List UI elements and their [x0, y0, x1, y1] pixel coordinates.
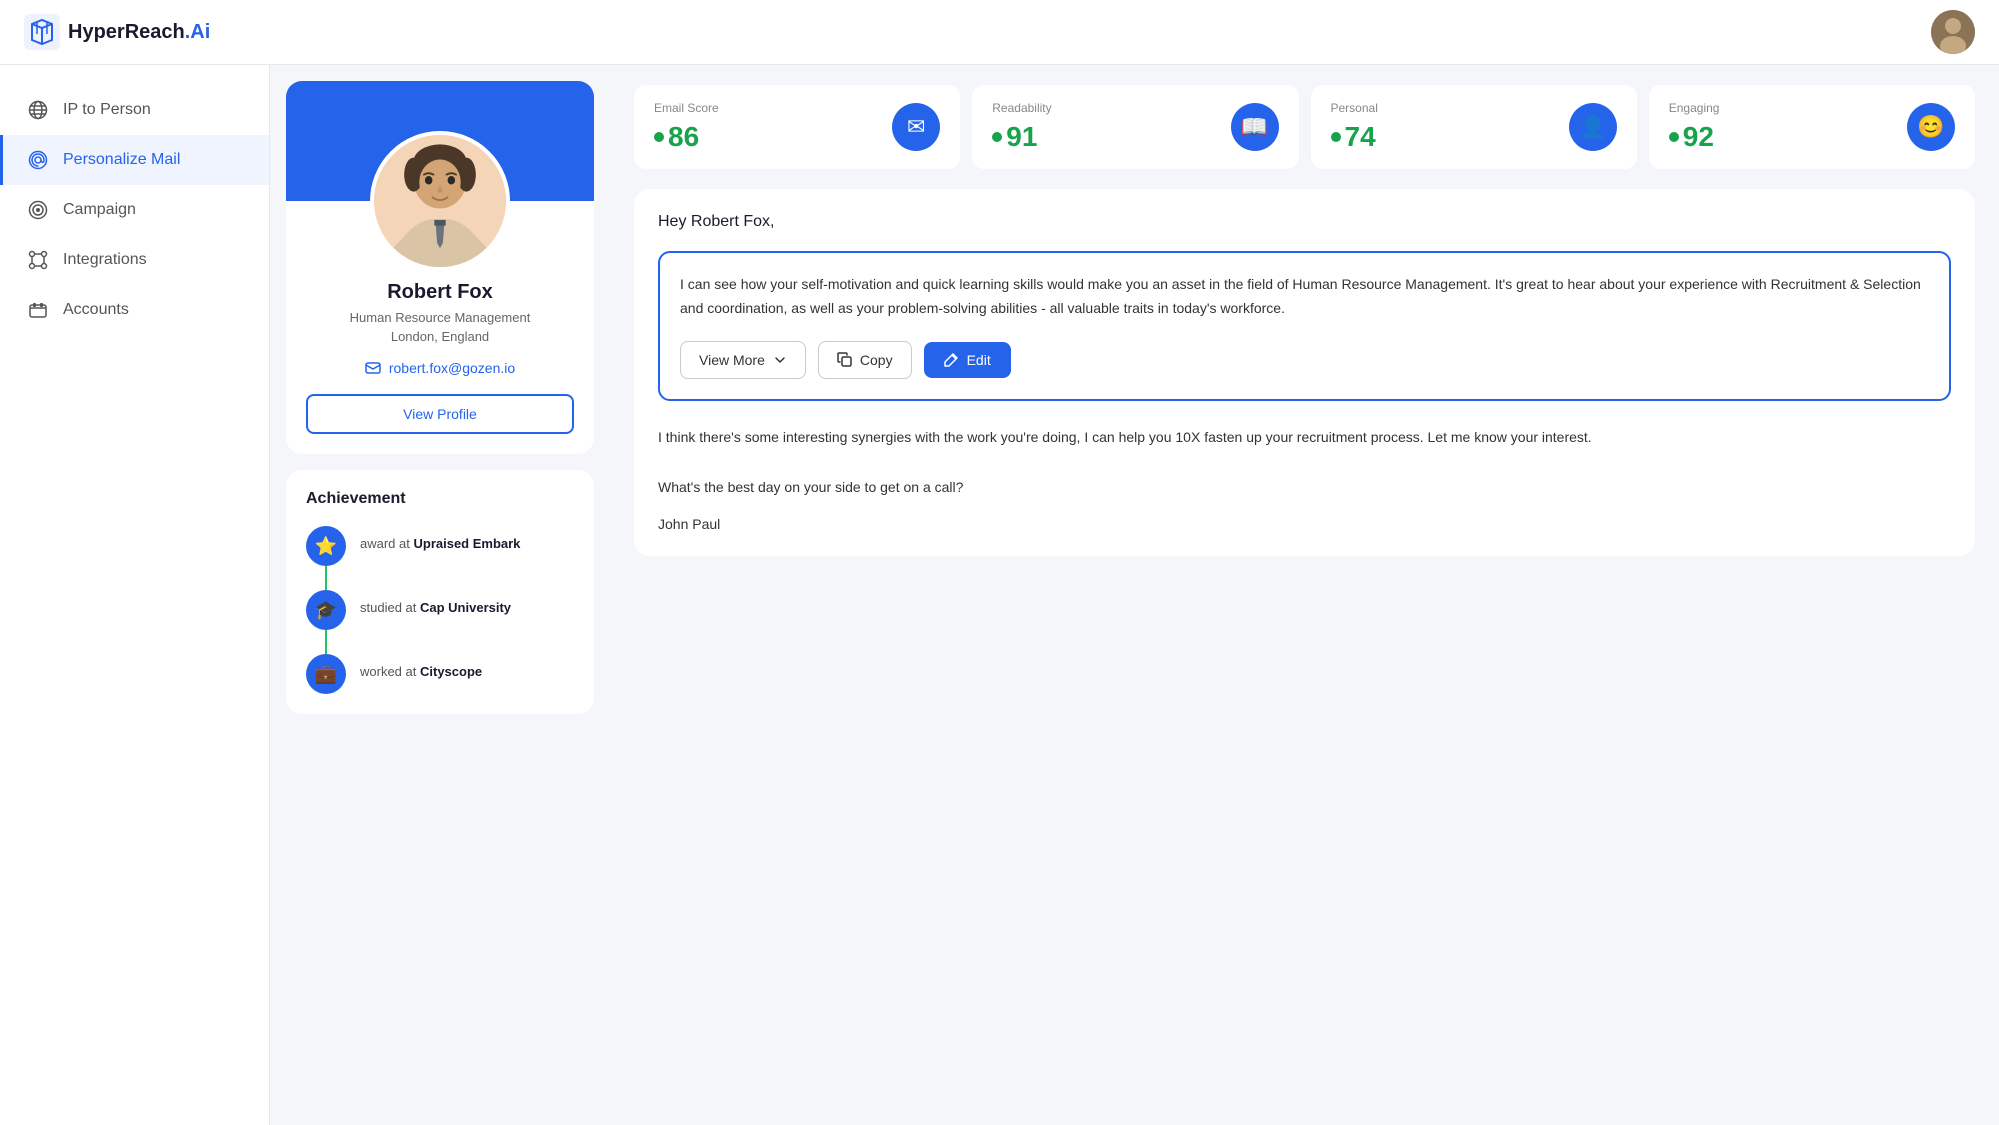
engaging-icon: 😊 [1907, 103, 1955, 151]
main-layout: IP to Person Personalize Mail Campaign [0, 65, 1999, 1125]
profile-panel: Robert Fox Human Resource Management Lon… [270, 65, 610, 1125]
sidebar-item-ip-to-person[interactable]: IP to Person [0, 85, 269, 135]
app-header: HyperReach.Ai [0, 0, 1999, 65]
view-more-button[interactable]: View More [680, 341, 806, 379]
sidebar-item-campaign[interactable]: Campaign [0, 185, 269, 235]
sidebar-item-integrations[interactable]: Integrations [0, 235, 269, 285]
personal-value: 74 [1331, 121, 1378, 153]
engaging-value: 92 [1669, 121, 1720, 153]
email-panel: Email Score 86 ✉ Readability 91 [610, 65, 1999, 1125]
profile-email: robert.fox@gozen.io [306, 360, 574, 376]
profile-name: Robert Fox [306, 281, 574, 304]
person-illustration [374, 131, 506, 271]
achievement-title: Achievement [306, 490, 574, 508]
achievement-line [325, 630, 327, 654]
readability-value: 91 [992, 121, 1051, 153]
logo: HyperReach.Ai [24, 14, 210, 50]
email-actions: View More Copy [680, 341, 1929, 379]
email-score-label: Email Score [654, 101, 719, 115]
sidebar-item-label: Personalize Mail [63, 151, 180, 169]
email-main-text: I can see how your self-motivation and q… [680, 273, 1929, 321]
sidebar-item-label: Integrations [63, 251, 147, 269]
email-signature: John Paul [658, 516, 1951, 532]
achievement-line [325, 566, 327, 590]
achievement-work-icon: 💼 [306, 654, 346, 694]
sidebar-item-accounts[interactable]: Accounts [0, 285, 269, 335]
achievement-item-work: 💼 worked at Cityscope [306, 654, 574, 694]
sidebar-item-label: IP to Person [63, 101, 151, 119]
email-icon [365, 360, 381, 376]
copy-button[interactable]: Copy [818, 341, 912, 379]
sidebar: IP to Person Personalize Mail Campaign [0, 65, 270, 1125]
readability-label: Readability [992, 101, 1051, 115]
score-card-personal: Personal 74 👤 [1311, 85, 1637, 169]
achievement-education-icon: 🎓 [306, 590, 346, 630]
score-card-engaging: Engaging 92 😊 [1649, 85, 1975, 169]
globe-icon [27, 99, 49, 121]
email-score-value: 86 [654, 121, 719, 153]
profile-card-header [286, 81, 594, 201]
email-main-block: I can see how your self-motivation and q… [658, 251, 1951, 401]
email-score-icon: ✉ [892, 103, 940, 151]
score-card-email: Email Score 86 ✉ [634, 85, 960, 169]
content-area: Robert Fox Human Resource Management Lon… [270, 65, 1999, 1125]
achievement-card: Achievement ⭐ award at Upraised Embark 🎓… [286, 470, 594, 714]
profile-title: Human Resource Management [306, 310, 574, 325]
profile-card: Robert Fox Human Resource Management Lon… [286, 81, 594, 454]
achievement-item-award: ⭐ award at Upraised Embark [306, 526, 574, 590]
personal-label: Personal [1331, 101, 1378, 115]
chevron-down-icon [773, 353, 787, 367]
achievement-award-text: award at Upraised Embark [360, 526, 520, 551]
readability-icon: 📖 [1231, 103, 1279, 151]
score-cards: Email Score 86 ✉ Readability 91 [634, 85, 1975, 169]
achievement-item-education: 🎓 studied at Cap University [306, 590, 574, 654]
integrations-icon [27, 249, 49, 271]
email-content-area: Hey Robert Fox, I can see how your self-… [634, 189, 1975, 556]
sidebar-item-label: Campaign [63, 201, 136, 219]
profile-location: London, England [306, 329, 574, 344]
edit-icon [944, 352, 959, 367]
sidebar-item-personalize-mail[interactable]: Personalize Mail [0, 135, 269, 185]
profile-avatar [370, 131, 510, 271]
achievement-work-text: worked at Cityscope [360, 654, 482, 679]
achievement-award-icon: ⭐ [306, 526, 346, 566]
achievement-education-text: studied at Cap University [360, 590, 511, 615]
email-body-text: I think there's some interesting synergi… [658, 425, 1951, 501]
logo-text: HyperReach.Ai [68, 21, 210, 44]
logo-icon [24, 14, 60, 50]
profile-avatar-wrapper [370, 131, 510, 271]
personal-icon: 👤 [1569, 103, 1617, 151]
copy-icon [837, 352, 852, 367]
score-card-readability: Readability 91 📖 [972, 85, 1298, 169]
at-icon [27, 149, 49, 171]
edit-button[interactable]: Edit [924, 342, 1011, 378]
campaign-icon [27, 199, 49, 221]
user-avatar[interactable] [1931, 10, 1975, 54]
engaging-label: Engaging [1669, 101, 1720, 115]
email-greeting: Hey Robert Fox, [658, 213, 1951, 231]
view-profile-button[interactable]: View Profile [306, 394, 574, 434]
accounts-icon [27, 299, 49, 321]
sidebar-item-label: Accounts [63, 301, 129, 319]
